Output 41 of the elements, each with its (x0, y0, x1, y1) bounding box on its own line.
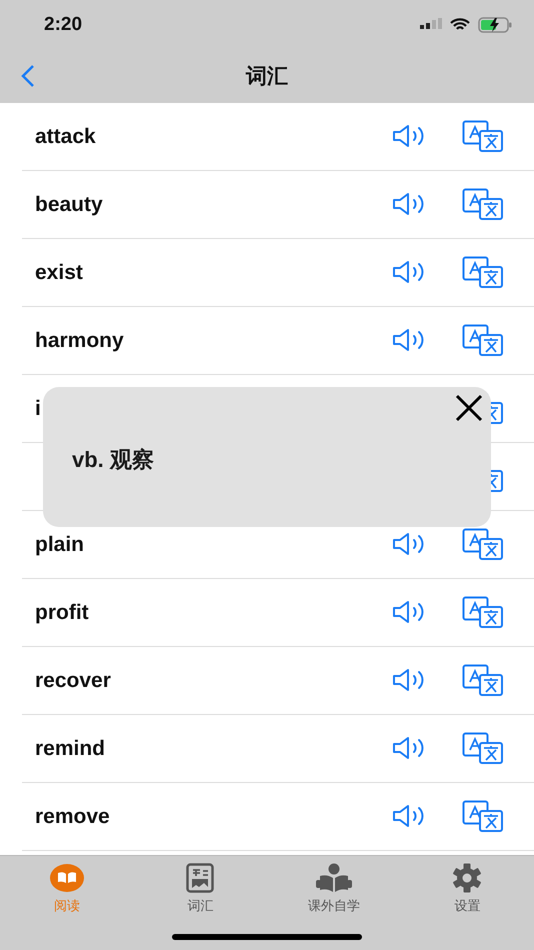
book-icon (50, 864, 84, 892)
translate-icon[interactable] (462, 256, 504, 290)
speaker-icon[interactable] (392, 804, 426, 829)
translate-icon[interactable] (462, 528, 504, 562)
speaker-icon[interactable] (392, 600, 426, 625)
translate-icon[interactable] (462, 324, 504, 358)
speaker-icon[interactable] (392, 532, 426, 557)
definition-text: vb. 观察 (72, 446, 154, 474)
battery-icon (478, 17, 512, 33)
word-text: remove (35, 804, 111, 830)
reading-person-icon (314, 863, 353, 893)
word-text: remind (35, 736, 106, 762)
picture-card-icon (186, 863, 214, 893)
signal-icon (420, 18, 442, 32)
speaker-icon[interactable] (392, 736, 426, 761)
tab-button[interactable]: 课外自学 (267, 856, 400, 916)
word-text: exist (35, 260, 84, 286)
speaker-icon[interactable] (392, 260, 426, 285)
word-text: plain (35, 532, 86, 558)
speaker-icon[interactable] (392, 668, 426, 693)
translate-icon[interactable] (462, 664, 504, 698)
word-text: harmony (35, 328, 125, 354)
speaker-icon[interactable] (392, 328, 426, 353)
translate-icon[interactable] (462, 732, 504, 766)
tab-button[interactable]: 设置 (400, 856, 534, 916)
word-text: recover (35, 668, 112, 694)
translate-icon[interactable] (462, 188, 504, 222)
speaker-icon[interactable] (392, 192, 426, 217)
word-text: profit (35, 600, 90, 626)
close-button[interactable] (453, 392, 485, 424)
speaker-icon[interactable] (392, 124, 426, 149)
translate-icon[interactable] (462, 596, 504, 630)
status-time: 2:20 (44, 12, 82, 37)
word-text: i (35, 396, 42, 422)
wifi-icon (450, 18, 470, 32)
word-text: attack (35, 124, 97, 150)
translate-icon[interactable] (462, 120, 504, 154)
word-text: beauty (35, 192, 104, 218)
translate-icon[interactable] (462, 800, 504, 834)
nav-title: 词汇 (246, 64, 288, 90)
tab-button[interactable]: 词汇 (134, 856, 267, 916)
